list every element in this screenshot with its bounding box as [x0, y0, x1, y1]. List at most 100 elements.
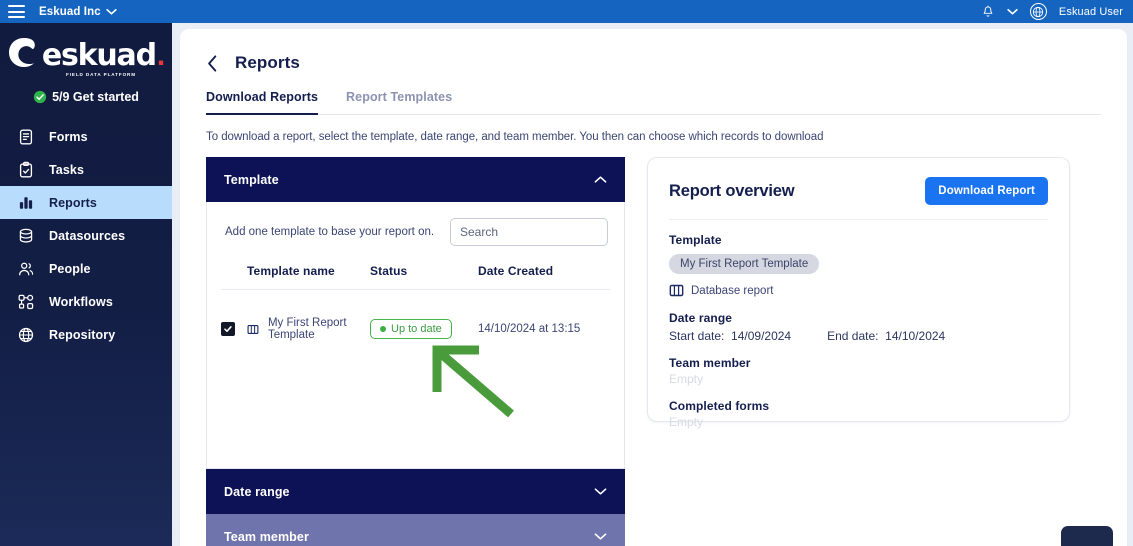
top-bar: Eskuad Inc Eskuad User — [0, 0, 1133, 23]
org-switcher[interactable]: Eskuad Inc — [39, 6, 117, 18]
template-name: My First Report Template — [268, 317, 370, 341]
logo-tagline: Field Data Platform — [66, 72, 136, 77]
logo: eskuad . Field Data Platform — [0, 23, 172, 77]
bar-chart-icon — [17, 194, 35, 212]
template-body-top: Add one template to base your report on. — [221, 202, 610, 246]
workflow-nodes-icon — [17, 293, 35, 311]
chevron-down-icon[interactable] — [1007, 8, 1018, 15]
overview-end-date: End date: 14/10/2024 — [827, 329, 945, 343]
search-input[interactable] — [460, 225, 615, 239]
table-columns-icon — [247, 322, 259, 337]
table-header-status: Status — [370, 260, 478, 290]
tab-download-reports[interactable]: Download Reports — [206, 90, 318, 115]
sidebar: eskuad . Field Data Platform 5/9 Get sta… — [0, 23, 172, 546]
sidebar-item-label: Forms — [49, 130, 88, 144]
status-label: Up to date — [391, 323, 442, 335]
accordion-team-member-label: Team member — [224, 530, 309, 544]
globe-icon — [17, 326, 35, 344]
chevron-up-icon — [594, 175, 607, 184]
overview-start-date-label: Start date: — [669, 329, 724, 343]
table-header-row: Template name Status Date Created — [221, 260, 610, 290]
sidebar-item-repository[interactable]: Repository — [0, 318, 172, 351]
accordion-date-range-label: Date range — [224, 485, 290, 499]
helper-text: To download a report, select the templat… — [206, 131, 1101, 143]
columns-wrapper: Template Add one template to base your r… — [206, 157, 1101, 546]
green-arrow-annotation-icon — [431, 344, 517, 420]
accordion-header-date-range[interactable]: Date range — [206, 469, 625, 514]
table-header-date: Date Created — [478, 260, 610, 290]
logo-dot: . — [157, 41, 165, 71]
page-header: Reports — [206, 53, 1101, 73]
sidebar-item-label: Datasources — [49, 229, 125, 243]
avatar[interactable] — [1030, 3, 1047, 20]
accordion-body-template: Add one template to base your report on. — [206, 202, 625, 469]
overview-end-date-value: 14/10/2024 — [885, 329, 945, 343]
status-dot-icon — [380, 326, 386, 332]
download-report-button[interactable]: Download Report — [925, 177, 1048, 205]
table-row[interactable]: My First Report Template Up to date — [221, 308, 610, 350]
tab-bar: Download Reports Report Templates — [206, 89, 1101, 115]
sidebar-item-label: Repository — [49, 328, 115, 342]
status-badge: Up to date — [370, 319, 452, 339]
overview-start-date-value: 14/09/2024 — [731, 329, 791, 343]
get-started-label: 5/9 Get started — [52, 90, 139, 104]
overview-template-type: Database report — [669, 283, 1048, 298]
accordion-template-label: Template — [224, 173, 279, 187]
content-card: Reports Download Reports Report Template… — [180, 29, 1127, 546]
row-checkbox-cell — [221, 308, 247, 350]
template-note: Add one template to base your report on. — [225, 226, 434, 238]
table-columns-icon — [669, 283, 684, 298]
row-name-cell: My First Report Template — [247, 308, 370, 350]
tab-report-templates[interactable]: Report Templates — [346, 90, 452, 115]
checkbox-checked-icon[interactable] — [221, 322, 235, 336]
sidebar-item-workflows[interactable]: Workflows — [0, 285, 172, 318]
sidebar-item-reports[interactable]: Reports — [0, 186, 172, 219]
sidebar-item-label: People — [49, 262, 91, 276]
overview-team-member-value: Empty — [669, 372, 1048, 386]
selection-accordion: Template Add one template to base your r… — [206, 157, 625, 546]
overview-title: Report overview — [669, 182, 794, 201]
report-overview-card: Report overview Download Report Template… — [647, 157, 1070, 422]
overview-template-chip: My First Report Template — [669, 254, 819, 274]
overview-template-type-label: Database report — [691, 285, 773, 297]
bell-icon[interactable] — [981, 5, 995, 19]
sidebar-item-people[interactable]: People — [0, 252, 172, 285]
org-name-label: Eskuad Inc — [39, 6, 101, 18]
search-box[interactable] — [450, 218, 608, 246]
table-header-select — [221, 260, 247, 290]
page-title: Reports — [235, 53, 300, 73]
sidebar-item-forms[interactable]: Forms — [0, 120, 172, 153]
overview-date-range-label: Date range — [669, 311, 1048, 325]
chevron-down-icon — [594, 487, 607, 496]
overview-team-member-label: Team member — [669, 356, 1048, 370]
sidebar-item-label: Workflows — [49, 295, 113, 309]
check-circle-icon — [33, 90, 47, 104]
overview-divider — [669, 219, 1048, 220]
globe-icon — [1032, 6, 1044, 18]
document-lines-icon — [17, 128, 35, 146]
overview-template-label: Template — [669, 233, 1048, 247]
content-area: Reports Download Reports Report Template… — [172, 23, 1133, 546]
top-bar-right: Eskuad User — [981, 3, 1123, 20]
get-started-progress[interactable]: 5/9 Get started — [0, 90, 172, 104]
overview-completed-forms-value: Empty — [669, 415, 1048, 429]
chevron-down-icon — [594, 532, 607, 541]
template-table: Template name Status Date Created — [221, 260, 610, 350]
table-header-separator — [221, 290, 610, 309]
database-icon — [17, 227, 35, 245]
overview-dates: Start date: 14/09/2024 End date: 14/10/2… — [669, 329, 1048, 343]
clipboard-check-icon — [17, 161, 35, 179]
sidebar-item-datasources[interactable]: Datasources — [0, 219, 172, 252]
sidebar-item-tasks[interactable]: Tasks — [0, 153, 172, 186]
accordion-header-template[interactable]: Template — [206, 157, 625, 202]
overview-end-date-label: End date: — [827, 329, 878, 343]
people-icon — [17, 260, 35, 278]
chevron-left-icon[interactable] — [206, 55, 219, 72]
hamburger-icon[interactable] — [8, 5, 25, 18]
chat-widget-button[interactable] — [1061, 526, 1113, 546]
overview-completed-forms-label: Completed forms — [669, 399, 1048, 413]
chevron-down-icon — [106, 8, 117, 15]
accordion-header-team-member[interactable]: Team member — [206, 514, 625, 546]
table-header-name: Template name — [247, 260, 370, 290]
eskuad-mark-icon — [7, 35, 41, 71]
